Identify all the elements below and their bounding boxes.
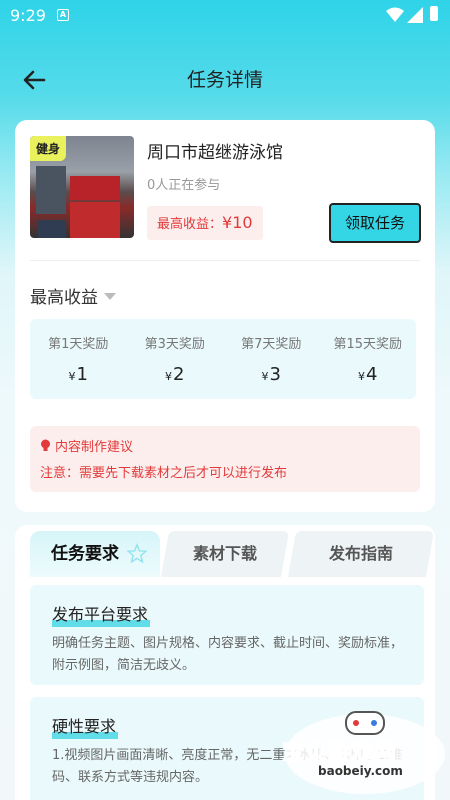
reward-label: 第1天奖励 [48, 337, 109, 352]
reward-label: 第7天奖励 [241, 337, 302, 352]
tab-requirements[interactable]: 任务要求 [30, 531, 160, 577]
tips-title-row: 内容制作建议 [40, 436, 133, 455]
watermark-url: baobeiy.com [318, 764, 403, 778]
reward-value: ¥3 [261, 364, 281, 385]
income-amount: ¥10 [222, 213, 253, 232]
reward-value: ¥2 [165, 364, 185, 385]
notification-icon: A [57, 9, 69, 21]
status-time: 9:29 [10, 6, 46, 25]
divider [30, 260, 420, 261]
max-income-badge: 最高收益：¥10 [147, 206, 263, 240]
lightbulb-icon [41, 439, 50, 451]
tips-title: 内容制作建议 [55, 440, 134, 455]
venue-name: 周口市超继游泳馆 [147, 143, 283, 163]
reward-value: ¥4 [358, 364, 378, 385]
claim-task-button[interactable]: 领取任务 [329, 203, 421, 243]
tab-materials-download[interactable]: 素材下载 [160, 531, 290, 577]
reward-value: ¥1 [68, 364, 88, 385]
tips-body: 注意：需要先下载素材之后才可以进行发布 [40, 466, 288, 481]
category-tag: 健身 [30, 136, 67, 161]
battery-icon [430, 6, 438, 21]
tab-publish-guide[interactable]: 发布指南 [287, 531, 435, 577]
page-title: 任务详情 [186, 69, 263, 91]
reward-label: 第15天奖励 [333, 337, 403, 352]
wifi-icon [386, 7, 404, 22]
reward-item: 第3天奖励 ¥2 [127, 319, 224, 399]
participant-count: 0人正在参与 [147, 178, 221, 193]
signal-icon [407, 7, 423, 23]
section-title: 发布平台要求 [52, 601, 151, 627]
income-label: 最高收益： [157, 217, 223, 232]
max-income-toggle[interactable]: 最高收益 [30, 283, 116, 308]
venue-thumbnail[interactable]: 健身 [30, 136, 134, 238]
reward-list: 第1天奖励 ¥1 第3天奖励 ¥2 第7天奖励 ¥3 第15天奖励 ¥4 [30, 319, 416, 399]
max-income-title: 最高收益 [30, 288, 98, 308]
caret-down-icon [104, 292, 116, 300]
tab-bar: 任务要求 素材下载 发布指南 [30, 531, 435, 577]
reward-item: 第15天奖励 ¥4 [320, 319, 417, 399]
reward-item: 第1天奖励 ¥1 [30, 319, 127, 399]
watermark-text: 宝贝游戏网 [281, 740, 398, 766]
reward-label: 第3天奖励 [144, 337, 205, 352]
content-tips: 内容制作建议 注意：需要先下载素材之后才可以进行发布 [30, 426, 420, 492]
task-card: 健身 周口市超继游泳馆 0人正在参与 最高收益：¥10 领取任务 最高收益 第1… [15, 120, 435, 512]
platform-requirements-section: 发布平台要求 明确任务主题、图片规格、内容要求、截止时间、奖励标准，附示例图，简… [30, 585, 424, 685]
section-body: 明确任务主题、图片规格、内容要求、截止时间、奖励标准，附示例图，简洁无歧义。 [52, 636, 404, 673]
section-title: 硬性要求 [52, 713, 119, 739]
status-bar: 9:29 A [0, 0, 450, 32]
star-icon [126, 543, 148, 564]
reward-item: 第7天奖励 ¥3 [223, 319, 320, 399]
